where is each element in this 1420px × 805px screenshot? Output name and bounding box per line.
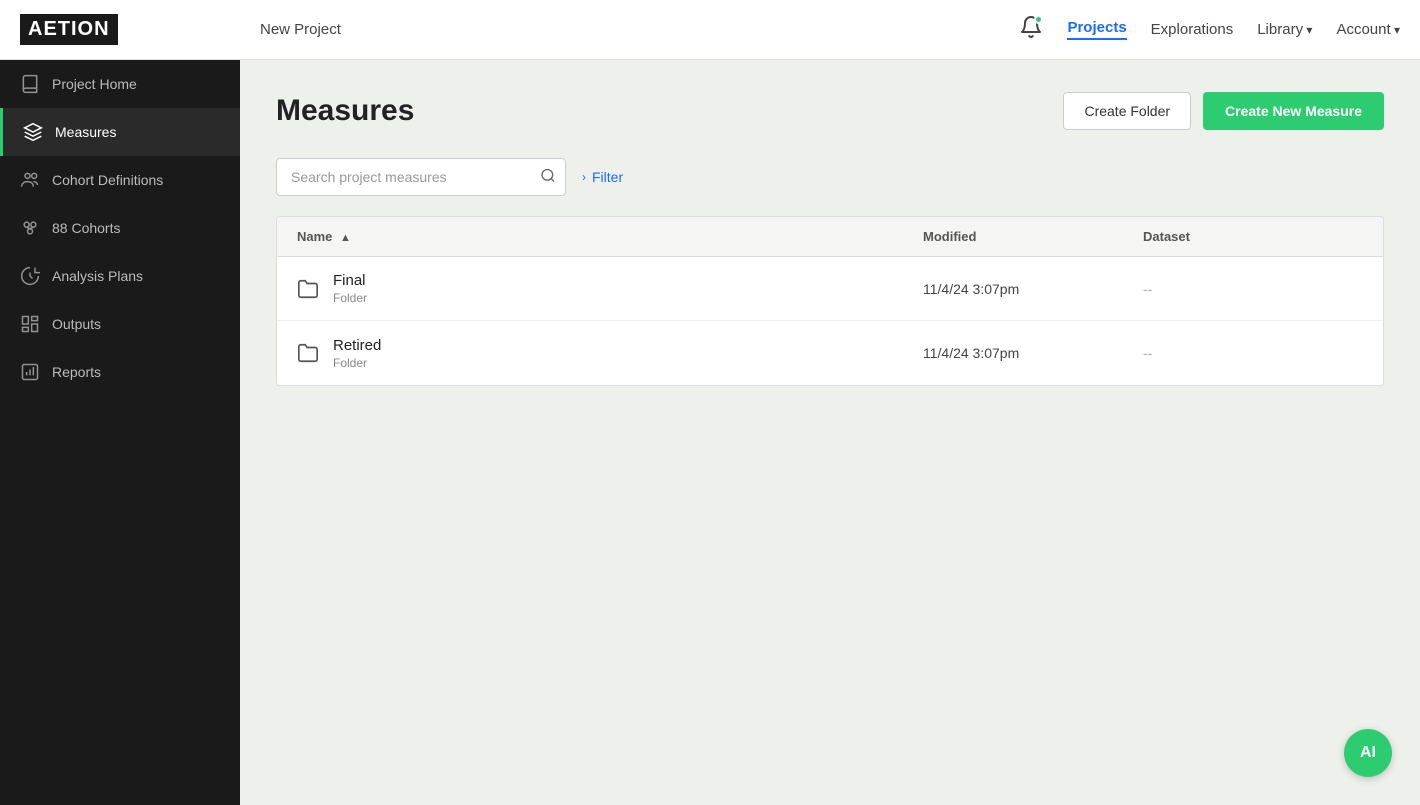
- outputs-icon: [20, 314, 40, 334]
- row-item-name: Retired: [333, 337, 381, 354]
- search-icon: [540, 168, 556, 184]
- sidebar-item-project-home[interactable]: Project Home: [0, 60, 240, 108]
- search-input[interactable]: [276, 158, 566, 196]
- table-row[interactable]: Final Folder 11/4/24 3:07pm --: [277, 257, 1383, 321]
- topnav: AETION New Project Projects Explorations…: [0, 0, 1420, 60]
- sidebar-label-project-home: Project Home: [52, 76, 137, 92]
- row-item-type: Folder: [333, 356, 381, 370]
- create-new-measure-button[interactable]: Create New Measure: [1203, 92, 1384, 130]
- page-header: Measures Create Folder Create New Measur…: [276, 92, 1384, 130]
- search-row: › Filter: [276, 158, 1384, 196]
- sidebar: Project Home Measures Cohort Definitions: [0, 60, 240, 805]
- layout: Project Home Measures Cohort Definitions: [0, 60, 1420, 805]
- row-name-details: Final Folder: [333, 272, 367, 305]
- topnav-right: Projects Explorations Library Account: [1019, 15, 1400, 44]
- search-box: [276, 158, 566, 196]
- filter-button[interactable]: › Filter: [582, 169, 623, 185]
- sidebar-label-analysis-plans: Analysis Plans: [52, 268, 143, 284]
- notifications-bell[interactable]: [1019, 15, 1043, 44]
- row-modified: 11/4/24 3:07pm: [923, 345, 1143, 361]
- analysis-plans-icon: [20, 266, 40, 286]
- sidebar-item-cohorts[interactable]: 88 Cohorts: [0, 204, 240, 252]
- sidebar-item-outputs[interactable]: Outputs: [0, 300, 240, 348]
- page-title: Measures: [276, 94, 414, 128]
- row-dataset: --: [1143, 281, 1363, 297]
- sidebar-label-measures: Measures: [55, 124, 116, 140]
- filter-chevron-icon: ›: [582, 170, 586, 184]
- row-modified: 11/4/24 3:07pm: [923, 281, 1143, 297]
- row-item-type: Folder: [333, 291, 367, 305]
- row-dataset: --: [1143, 345, 1363, 361]
- ai-badge[interactable]: AI: [1344, 729, 1392, 777]
- measures-table: Name ▲ Modified Dataset Final Folder: [276, 216, 1384, 386]
- nav-account[interactable]: Account: [1336, 21, 1400, 38]
- folder-icon: [297, 278, 319, 300]
- book-icon: [20, 74, 40, 94]
- sidebar-label-cohorts: 88 Cohorts: [52, 220, 120, 236]
- logo: AETION: [20, 14, 118, 45]
- sidebar-label-reports: Reports: [52, 364, 101, 380]
- sidebar-item-measures[interactable]: Measures: [0, 108, 240, 156]
- sidebar-item-cohort-definitions[interactable]: Cohort Definitions: [0, 156, 240, 204]
- row-name-col: Final Folder: [297, 272, 923, 305]
- filter-label: Filter: [592, 169, 623, 185]
- table-row[interactable]: Retired Folder 11/4/24 3:07pm --: [277, 321, 1383, 385]
- nav-projects[interactable]: Projects: [1067, 19, 1126, 40]
- measures-icon: [23, 122, 43, 142]
- row-item-name: Final: [333, 272, 367, 289]
- cohort-def-icon: [20, 170, 40, 190]
- table-header: Name ▲ Modified Dataset: [277, 217, 1383, 257]
- reports-icon: [20, 362, 40, 382]
- brand: AETION: [20, 14, 260, 45]
- search-button[interactable]: [540, 168, 556, 187]
- sort-arrow-icon: ▲: [340, 232, 351, 244]
- nav-explorations[interactable]: Explorations: [1151, 21, 1234, 38]
- main-content: Measures Create Folder Create New Measur…: [240, 60, 1420, 805]
- project-name: New Project: [260, 21, 1019, 38]
- col-modified-header: Modified: [923, 229, 1143, 244]
- folder-icon: [297, 342, 319, 364]
- sidebar-label-cohort-definitions: Cohort Definitions: [52, 172, 163, 188]
- sidebar-item-reports[interactable]: Reports: [0, 348, 240, 396]
- cohorts-icon: [20, 218, 40, 238]
- row-name-details: Retired Folder: [333, 337, 381, 370]
- sidebar-label-outputs: Outputs: [52, 316, 101, 332]
- create-folder-button[interactable]: Create Folder: [1063, 92, 1191, 130]
- col-dataset-header: Dataset: [1143, 229, 1363, 244]
- nav-library[interactable]: Library: [1257, 21, 1312, 38]
- col-name-header[interactable]: Name ▲: [297, 229, 923, 244]
- header-actions: Create Folder Create New Measure: [1063, 92, 1384, 130]
- sidebar-item-analysis-plans[interactable]: Analysis Plans: [0, 252, 240, 300]
- row-name-col: Retired Folder: [297, 337, 923, 370]
